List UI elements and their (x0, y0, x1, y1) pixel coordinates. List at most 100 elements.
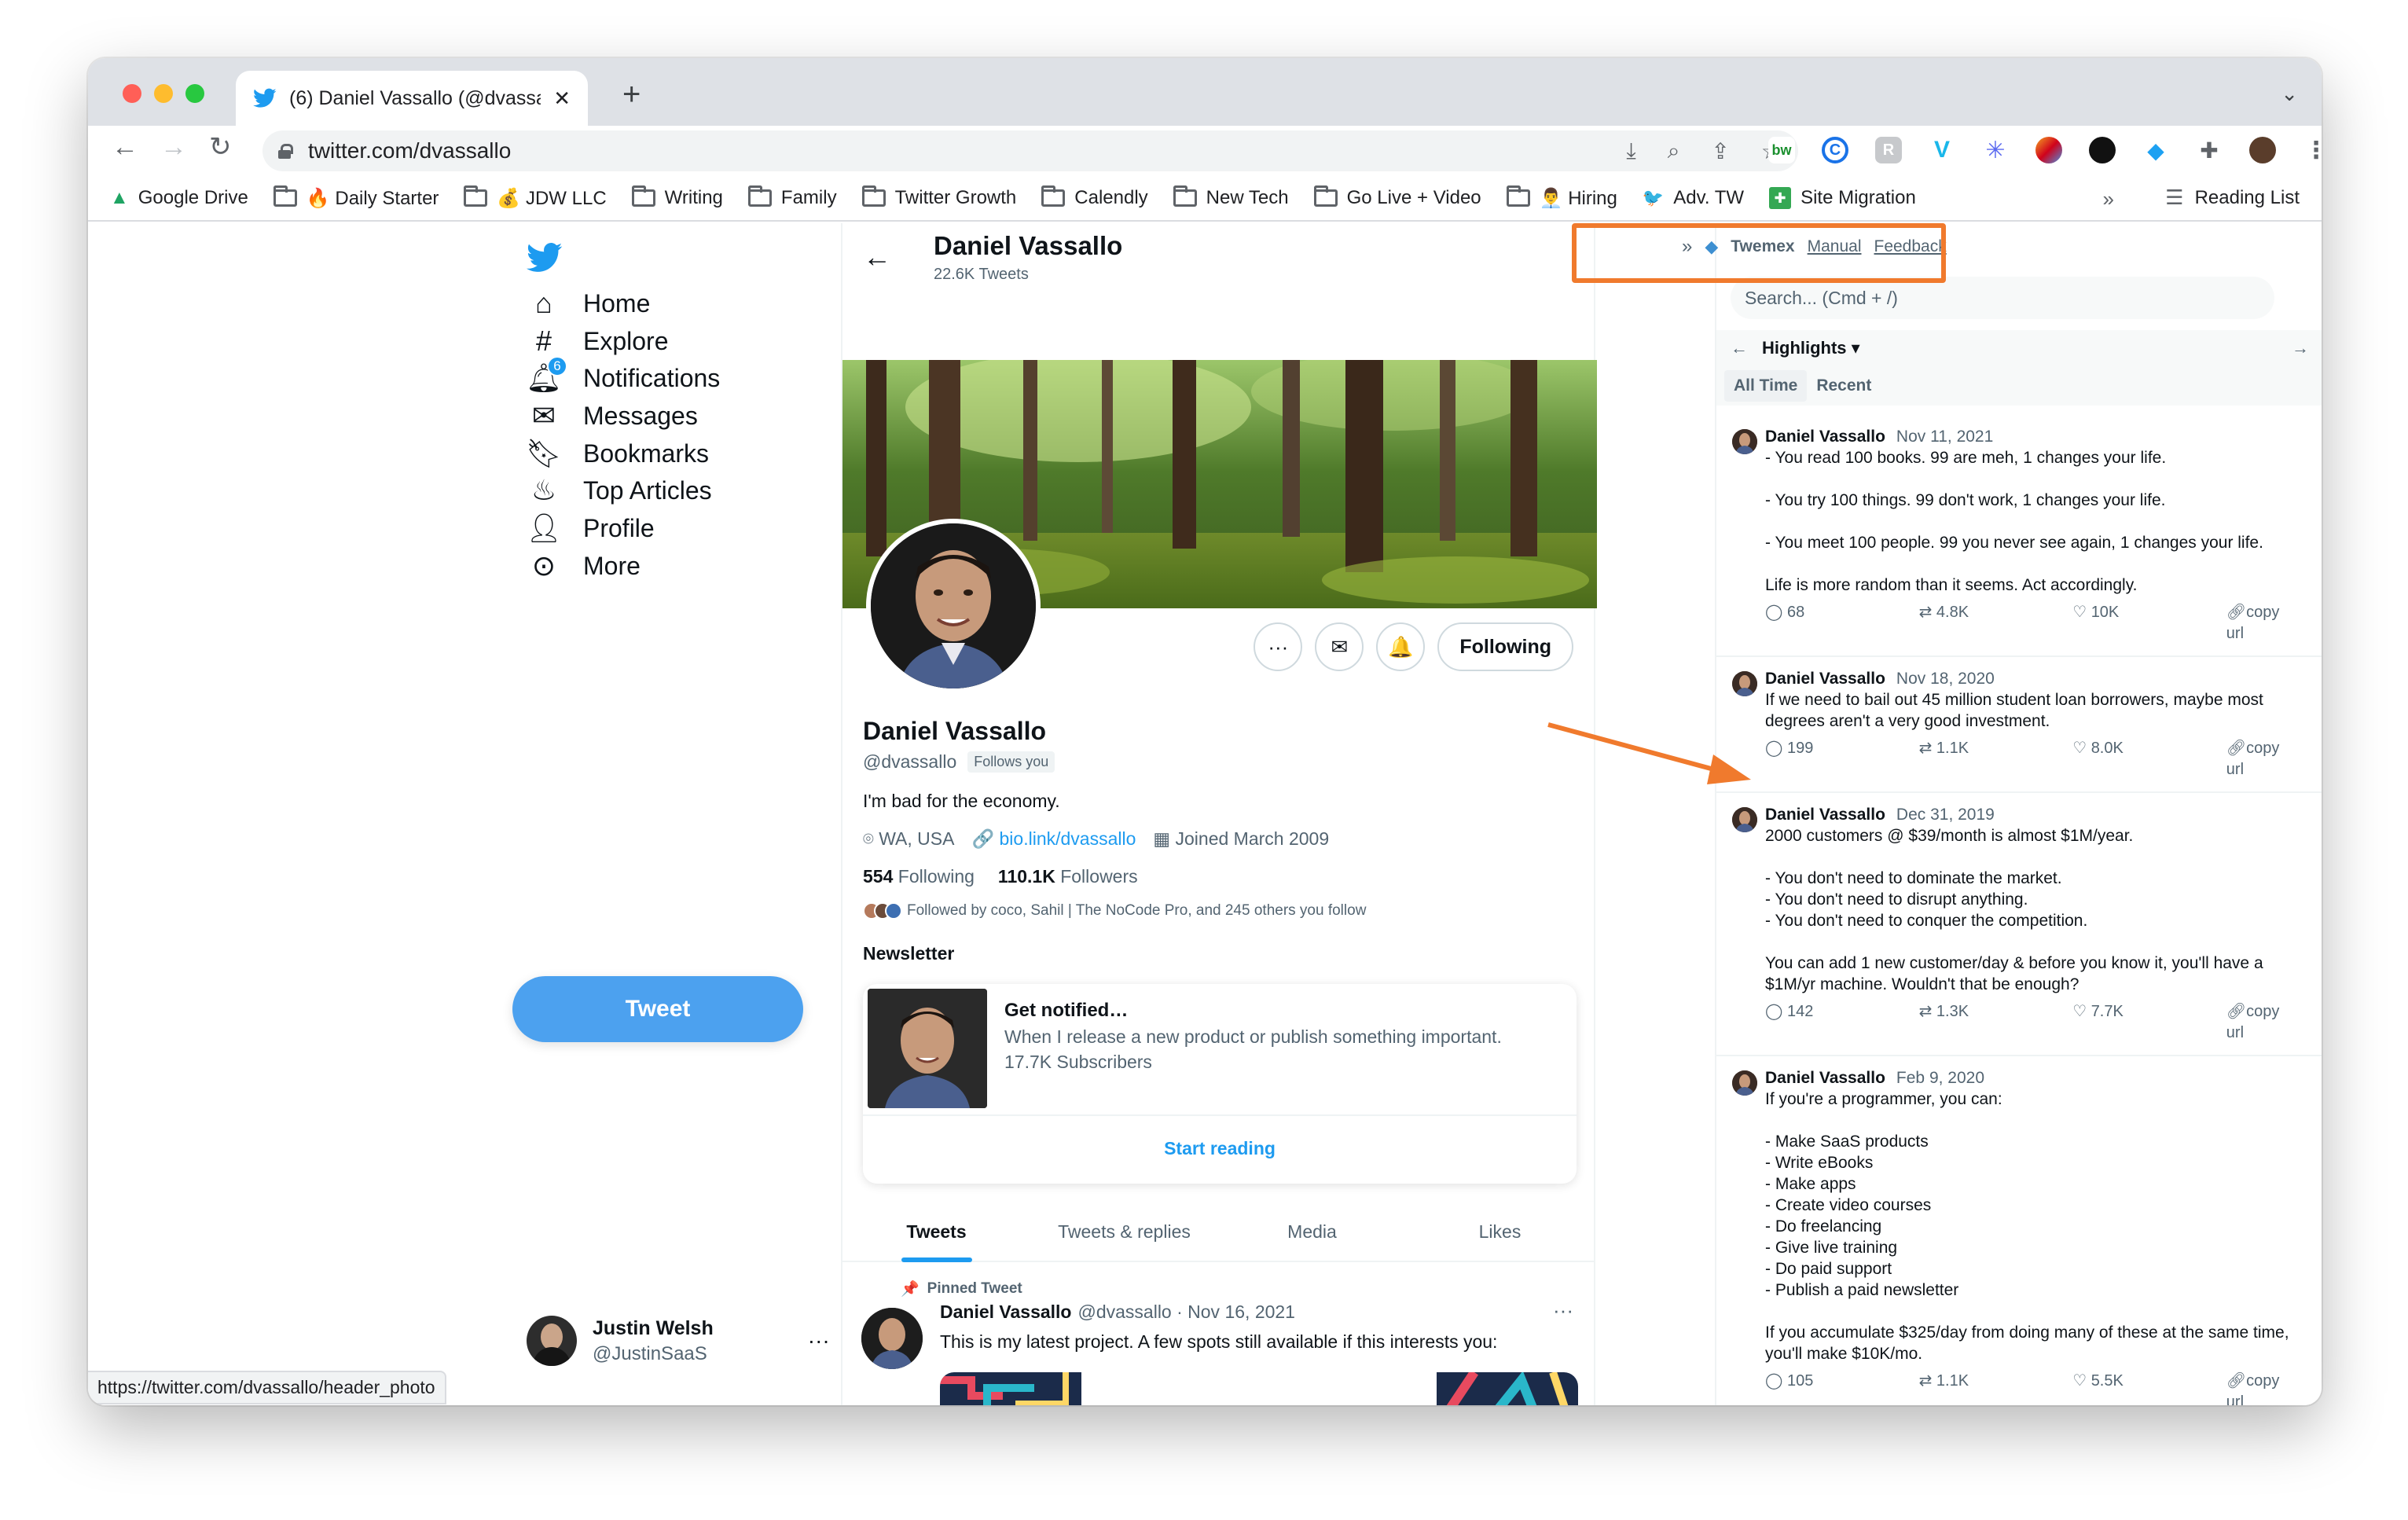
reading-list-button[interactable]: ☰ Reading List (2165, 185, 2300, 210)
reply-stat[interactable]: ◯ 105 (1765, 1371, 1919, 1405)
tab-tweets-replies[interactable]: Tweets & replies (1030, 1202, 1218, 1261)
nav-item-messages[interactable]: ✉ Messages (528, 399, 698, 431)
bookmark-item[interactable]: Calendly (1041, 185, 1148, 209)
account-more-icon[interactable]: ··· (808, 1328, 830, 1353)
like-stat[interactable]: ♡ 10K (2072, 602, 2226, 644)
account-switcher[interactable]: Justin Welsh @JustinSaaS ··· (527, 1316, 830, 1366)
new-tab-button[interactable]: + (622, 79, 641, 110)
twemex-search-input[interactable]: Search... (Cmd + /) (1731, 277, 2274, 319)
filter-all-time[interactable]: All Time (1724, 370, 1808, 402)
puzzle-extension-icon[interactable]: ✚ (2196, 137, 2223, 163)
back-arrow-icon[interactable]: ← (863, 240, 891, 274)
minimize-window-button[interactable] (154, 84, 173, 103)
twitter-logo-icon[interactable] (527, 242, 563, 274)
bookmark-item[interactable]: Family (747, 185, 837, 209)
bookmark-item[interactable]: New Tech (1173, 185, 1289, 209)
highlight-tweet[interactable]: Daniel Vassallo Dec 31, 2019 2000 customer… (1716, 793, 2322, 1056)
close-window-button[interactable] (123, 84, 141, 103)
bookmark-item[interactable]: ✚ Site Migration (1769, 187, 1916, 209)
profile-avatar[interactable] (866, 519, 1041, 693)
following-stat[interactable]: 554 Following (863, 866, 975, 887)
reply-stat[interactable]: ◯ 68 (1765, 602, 1919, 644)
following-button[interactable]: Following (1437, 622, 1573, 671)
followers-label: Followers (1060, 866, 1138, 887)
c-extension-icon[interactable]: C (1822, 137, 1848, 163)
filter-recent[interactable]: Recent (1807, 370, 1881, 402)
profile-avatar[interactable] (2249, 137, 2276, 163)
like-stat[interactable]: ♡ 5.5K (2072, 1371, 2226, 1405)
address-bar[interactable]: twitter.com/dvassallo ⤓ ⌕ ⇪ ☆ (262, 130, 1798, 171)
retweet-stat[interactable]: ⇄ 1.1K (1919, 738, 2073, 780)
bookmark-item[interactable]: ▲ Google Drive (110, 187, 248, 209)
more-options-button[interactable]: ··· (1254, 622, 1303, 671)
nav-item-notifications[interactable]: 🔔︎ 6 Notifications (526, 356, 720, 394)
nav-item-profile[interactable]: 👤︎ Profile (526, 512, 655, 544)
nav-item-home[interactable]: ⌂ Home (528, 287, 650, 319)
followed-by[interactable]: Followed by coco, Sahil | The NoCode Pro… (863, 902, 1366, 920)
copy-url-link[interactable]: 🔗︎copy url (2226, 602, 2301, 644)
zoom-window-button[interactable] (185, 84, 204, 103)
like-stat[interactable]: ♡ 7.7K (2072, 1001, 2226, 1044)
bookmark-item[interactable]: Writing (631, 185, 723, 209)
back-button[interactable]: ← (112, 134, 138, 160)
bookmark-item[interactable]: Go Live + Video (1313, 185, 1481, 209)
install-icon[interactable]: ⤓ (1626, 138, 1635, 164)
newsletter-subscribers: 17.7K Subscribers (1004, 1052, 1152, 1072)
retweet-stat[interactable]: ⇄ 1.3K (1919, 1001, 2073, 1044)
color-extension-icon[interactable] (2035, 137, 2062, 163)
copy-url-link[interactable]: 🔗︎copy url (2226, 738, 2301, 780)
bookmark-item[interactable]: 🐦 Adv. TW (1643, 187, 1744, 209)
highlight-tweet[interactable]: Daniel Vassallo Nov 11, 2021 - You read 10… (1716, 415, 2322, 657)
highlight-tweet[interactable]: Daniel Vassallo Feb 9, 2020 If you're a pr… (1716, 1056, 2322, 1405)
nav-item-more[interactable]: ⊙ More (528, 549, 641, 582)
nav-item-bookmarks[interactable]: 🔖︎ Bookmarks (526, 437, 709, 469)
notify-bell-button[interactable]: 🔔 (1376, 622, 1426, 671)
pinned-tweet-avatar[interactable] (861, 1308, 923, 1369)
bookmark-item[interactable]: 💰 JDW LLC (464, 185, 607, 210)
like-stat[interactable]: ♡ 8.0K (2072, 738, 2226, 780)
asterisk-extension-icon[interactable]: ✳ (1982, 137, 2009, 163)
reply-stat[interactable]: ◯ 142 (1765, 1001, 1919, 1044)
bookmark-item[interactable]: Twitter Growth (861, 185, 1016, 209)
profile-link[interactable]: bio.link/dvassallo (1000, 828, 1136, 849)
next-arrow-icon[interactable]: → (2292, 338, 2309, 358)
zoom-icon[interactable]: ⌕ (1668, 138, 1680, 164)
reload-button[interactable]: ↻ (209, 134, 232, 160)
bookmark-item[interactable]: 👨‍💼 Hiring (1506, 185, 1617, 210)
tab-likes[interactable]: Likes (1406, 1202, 1594, 1261)
tab-tweets[interactable]: Tweets (842, 1202, 1030, 1262)
followers-stat[interactable]: 110.1K Followers (998, 866, 1138, 887)
prev-arrow-icon[interactable]: ← (1731, 338, 1748, 358)
vimeo-extension-icon[interactable]: V (1929, 137, 1955, 163)
dark-circle-extension-icon[interactable] (2089, 137, 2116, 163)
browser-tab[interactable]: (6) Daniel Vassallo (@dvassallo ✕ (236, 71, 588, 126)
retweet-stat[interactable]: ⇄ 4.8K (1919, 602, 2073, 644)
pinned-tweet-media[interactable] (940, 1372, 1578, 1405)
joined-text: Joined March 2009 (1175, 828, 1330, 849)
kebab-menu-icon[interactable]: ⋮ (2303, 137, 2322, 163)
bookmark-item[interactable]: 🔥 Daily Starter (273, 185, 439, 210)
grey-extension-icon[interactable]: R (1875, 137, 1902, 163)
more-bookmarks-icon[interactable]: » (2103, 187, 2114, 211)
forward-button[interactable]: → (160, 134, 187, 160)
profile-meta: ⌾ WA, USA 🔗 bio.link/dvassallo ▦ Joined … (863, 828, 1329, 850)
copy-url-link[interactable]: 🔗︎copy url (2226, 1371, 2301, 1405)
tweet-more-icon[interactable]: ··· (1553, 1298, 1573, 1323)
bird-extension-icon[interactable]: ◆ (2142, 137, 2169, 163)
tab-search-icon[interactable]: ⌄ (2281, 82, 2298, 106)
highlight-tweet[interactable]: Daniel Vassallo Nov 18, 2020 If we need to… (1716, 657, 2322, 793)
message-button[interactable]: ✉ (1315, 622, 1364, 671)
bw-extension-icon[interactable]: bw (1768, 137, 1795, 163)
nav-item-explore[interactable]: # Explore (528, 325, 669, 357)
highlights-dropdown[interactable]: Highlights ▾ (1762, 338, 1860, 358)
pinned-tweet-name[interactable]: Daniel Vassallo (940, 1302, 1071, 1323)
nav-item-top-articles[interactable]: ♨ Top Articles (528, 474, 712, 506)
tab-media[interactable]: Media (1218, 1202, 1406, 1261)
retweet-stat[interactable]: ⇄ 1.1K (1919, 1371, 2073, 1405)
share-icon[interactable]: ⇪ (1711, 138, 1729, 164)
reply-stat[interactable]: ◯ 199 (1765, 738, 1919, 780)
copy-url-link[interactable]: 🔗︎copy url (2226, 1001, 2301, 1044)
tweet-button[interactable]: Tweet (512, 976, 803, 1042)
close-tab-icon[interactable]: ✕ (553, 86, 571, 111)
start-reading-link[interactable]: Start reading (863, 1138, 1577, 1159)
